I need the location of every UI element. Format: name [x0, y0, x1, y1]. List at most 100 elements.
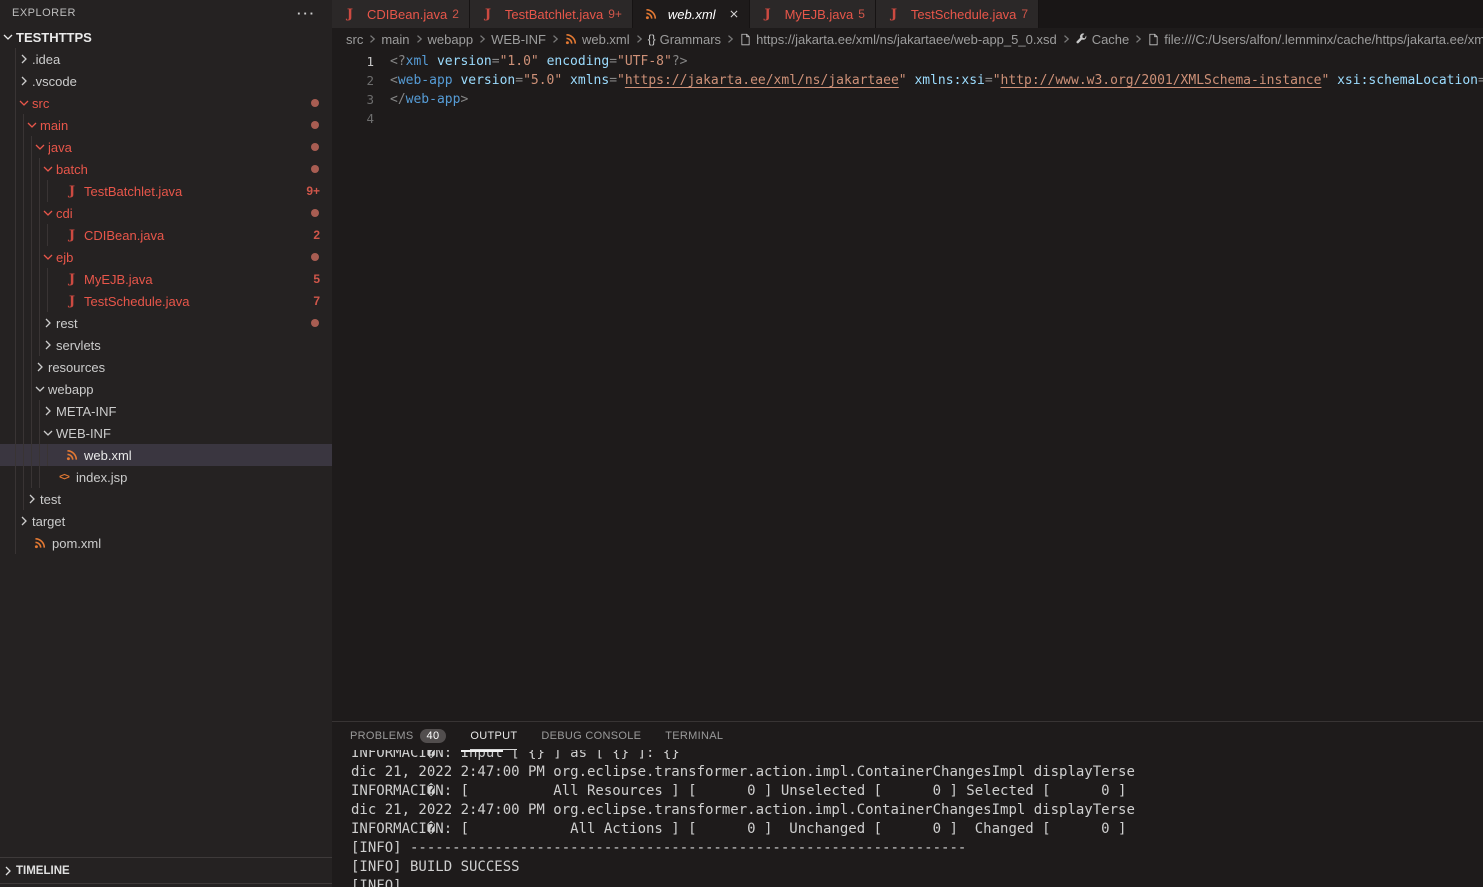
- more-actions-icon[interactable]: ···: [297, 6, 316, 21]
- chevron-down-icon[interactable]: [40, 249, 56, 265]
- tree-item-webapp[interactable]: webapp: [0, 378, 332, 400]
- chevron-down-icon[interactable]: [40, 425, 56, 441]
- tree-item-label: webapp: [48, 382, 332, 397]
- vscode-window: EXPLORER ··· TESTHTTPS .idea.vscodesrcma…: [0, 0, 1483, 887]
- tab-label: web.xml: [668, 7, 716, 22]
- chevron-right-icon[interactable]: [40, 403, 56, 419]
- tree-item-java[interactable]: java: [0, 136, 332, 158]
- tab-testschedule.java[interactable]: JTestSchedule.java7: [876, 0, 1039, 28]
- tab-cdibean.java[interactable]: JCDIBean.java2: [332, 0, 470, 28]
- twisty-spacer: [48, 293, 64, 309]
- output-line: [INFO] BUILD SUCCESS: [351, 858, 1483, 877]
- breadcrumb-item[interactable]: web.xml: [564, 32, 630, 47]
- tree-item-web-inf[interactable]: WEB-INF: [0, 422, 332, 444]
- tree-item-testschedule.java[interactable]: JTestSchedule.java7: [0, 290, 332, 312]
- breadcrumb-item[interactable]: WEB-INF: [491, 32, 546, 47]
- tree-item-rest[interactable]: rest: [0, 312, 332, 334]
- chevron-right-icon[interactable]: [16, 513, 32, 529]
- tree-item-target[interactable]: target: [0, 510, 332, 532]
- chevron-down-icon[interactable]: [40, 205, 56, 221]
- panel-tab-label: PROBLEMS: [350, 730, 414, 742]
- chevron-down-icon[interactable]: [16, 95, 32, 111]
- code-line[interactable]: 1<?xml version="1.0" encoding="UTF-8"?>: [332, 52, 1483, 71]
- indent-guides: [8, 290, 48, 312]
- breadcrumb-item[interactable]: file:///C:/Users/alfon/.lemminx/cache/ht…: [1147, 32, 1483, 47]
- close-icon[interactable]: [729, 9, 739, 19]
- breadcrumb-item[interactable]: Cache: [1075, 32, 1130, 47]
- chevron-right-icon[interactable]: [16, 51, 32, 67]
- tree-item-web.xml[interactable]: web.xml: [0, 444, 332, 466]
- panel-tab-label: OUTPUT: [470, 730, 517, 742]
- tree-item-pom.xml[interactable]: pom.xml: [0, 532, 332, 554]
- link-text[interactable]: http://www.w3.org/2001/XMLSchema-instanc…: [1001, 73, 1322, 88]
- breadcrumb-item[interactable]: {}Grammars: [648, 32, 721, 47]
- panel-tab-terminal[interactable]: TERMINAL: [665, 722, 723, 750]
- bottom-panel: PROBLEMS40 OUTPUT DEBUG CONSOLE TERMINAL IN…: [332, 721, 1483, 887]
- indent-guides: [8, 532, 16, 554]
- output-console[interactable]: INFORMACI�N: Input [ {} ] as [ {} ]: {}d…: [332, 750, 1483, 887]
- chevron-down-icon[interactable]: [40, 161, 56, 177]
- tree-item-.vscode[interactable]: .vscode: [0, 70, 332, 92]
- chevron-down-icon[interactable]: [32, 381, 48, 397]
- chevron-right-icon[interactable]: [40, 315, 56, 331]
- tree-item-main[interactable]: main: [0, 114, 332, 136]
- indent-guides: [8, 246, 40, 268]
- tab-web.xml[interactable]: web.xml: [633, 0, 750, 28]
- tree-item-.idea[interactable]: .idea: [0, 48, 332, 70]
- indent-guides: [8, 70, 16, 92]
- tree-item-servlets[interactable]: servlets: [0, 334, 332, 356]
- breadcrumb-label: webapp: [428, 32, 474, 47]
- indent-guides: [8, 202, 40, 224]
- chevron-right-icon[interactable]: [32, 359, 48, 375]
- link-text[interactable]: https://jakarta.ee/xml/ns/jakartaee: [625, 73, 899, 88]
- breadcrumb-label: main: [381, 32, 409, 47]
- code-line[interactable]: 4: [332, 109, 1483, 128]
- chevron-right-icon[interactable]: [16, 73, 32, 89]
- breadcrumb-label: Grammars: [660, 32, 721, 47]
- tree-item-testbatchlet.java[interactable]: JTestBatchlet.java9+: [0, 180, 332, 202]
- tree-item-ejb[interactable]: ejb: [0, 246, 332, 268]
- tree-item-src[interactable]: src: [0, 92, 332, 114]
- timeline-section-header[interactable]: TIMELINE: [0, 857, 332, 884]
- chevron-down-icon[interactable]: [24, 117, 40, 133]
- tree-item-meta-inf[interactable]: META-INF: [0, 400, 332, 422]
- tree-item-myejb.java[interactable]: JMyEJB.java5: [0, 268, 332, 290]
- breadcrumb-item[interactable]: src: [346, 32, 363, 47]
- tree-item-cdi[interactable]: cdi: [0, 202, 332, 224]
- tab-label: TestBatchlet.java: [505, 7, 603, 22]
- panel-tab-problems[interactable]: PROBLEMS40: [350, 722, 446, 750]
- project-section-header[interactable]: TESTHTTPS: [0, 26, 332, 48]
- panel-tab-output[interactable]: OUTPUT: [470, 722, 517, 750]
- breadcrumb-item[interactable]: webapp: [428, 32, 474, 47]
- tab-testbatchlet.java[interactable]: JTestBatchlet.java9+: [470, 0, 633, 28]
- problems-count-badge: 7: [313, 294, 320, 308]
- panel-tab-debug-console[interactable]: DEBUG CONSOLE: [541, 722, 641, 750]
- breadcrumb-item[interactable]: main: [381, 32, 409, 47]
- editor-tabbar: JCDIBean.java2JTestBatchlet.java9+web.xm…: [332, 0, 1483, 28]
- indent-guides: [8, 180, 48, 202]
- tree-item-test[interactable]: test: [0, 488, 332, 510]
- twisty-spacer: [40, 469, 56, 485]
- tree-item-cdibean.java[interactable]: JCDIBean.java2: [0, 224, 332, 246]
- tree-item-index.jsp[interactable]: <>index.jsp: [0, 466, 332, 488]
- chevron-down-icon[interactable]: [32, 139, 48, 155]
- indent-guides: [8, 92, 16, 114]
- indent-guides: [8, 48, 16, 70]
- tree-item-label: MyEJB.java: [84, 272, 313, 287]
- code-token: <?: [390, 54, 406, 69]
- code-token: xml: [406, 54, 429, 69]
- tree-item-label: TestSchedule.java: [84, 294, 313, 309]
- chevron-right-icon[interactable]: [24, 491, 40, 507]
- code-line[interactable]: 3</web-app>: [332, 90, 1483, 109]
- tab-myejb.java[interactable]: JMyEJB.java5: [750, 0, 876, 28]
- breadcrumb-item[interactable]: https://jakarta.ee/xml/ns/jakartaee/web-…: [739, 32, 1057, 47]
- tab-problems-badge: 9+: [608, 7, 622, 21]
- tree-item-batch[interactable]: batch: [0, 158, 332, 180]
- tree-item-resources[interactable]: resources: [0, 356, 332, 378]
- code-line[interactable]: 2<web-app version="5.0" xmlns="https://j…: [332, 71, 1483, 90]
- indent-guides: [8, 312, 40, 334]
- timeline-label: TIMELINE: [16, 865, 70, 877]
- code-editor[interactable]: 1<?xml version="1.0" encoding="UTF-8"?>2…: [332, 50, 1483, 721]
- chevron-right-icon[interactable]: [40, 337, 56, 353]
- breadcrumb-separator-icon: [366, 33, 378, 45]
